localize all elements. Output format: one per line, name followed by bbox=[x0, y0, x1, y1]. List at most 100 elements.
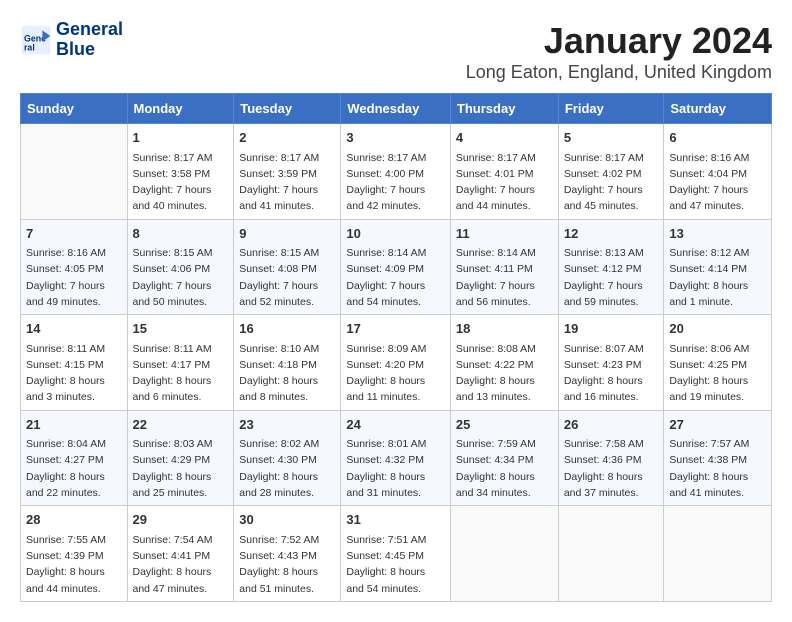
day-info: Sunrise: 8:17 AM Sunset: 4:00 PM Dayligh… bbox=[346, 150, 445, 215]
day-number: 22 bbox=[133, 415, 229, 435]
day-number: 13 bbox=[669, 224, 766, 244]
day-cell: 18Sunrise: 8:08 AM Sunset: 4:22 PM Dayli… bbox=[450, 315, 558, 411]
day-number: 27 bbox=[669, 415, 766, 435]
day-cell: 30Sunrise: 7:52 AM Sunset: 4:43 PM Dayli… bbox=[234, 506, 341, 602]
day-cell bbox=[558, 506, 664, 602]
col-sunday: Sunday bbox=[21, 94, 128, 124]
day-cell: 17Sunrise: 8:09 AM Sunset: 4:20 PM Dayli… bbox=[341, 315, 451, 411]
day-info: Sunrise: 8:15 AM Sunset: 4:08 PM Dayligh… bbox=[239, 245, 335, 310]
location: Long Eaton, England, United Kingdom bbox=[466, 62, 772, 83]
day-number: 25 bbox=[456, 415, 553, 435]
day-number: 17 bbox=[346, 319, 445, 339]
day-cell: 14Sunrise: 8:11 AM Sunset: 4:15 PM Dayli… bbox=[21, 315, 128, 411]
logo: Gene ral General Blue bbox=[20, 20, 123, 60]
col-wednesday: Wednesday bbox=[341, 94, 451, 124]
day-info: Sunrise: 8:09 AM Sunset: 4:20 PM Dayligh… bbox=[346, 341, 445, 406]
day-number: 26 bbox=[564, 415, 659, 435]
day-number: 16 bbox=[239, 319, 335, 339]
day-info: Sunrise: 8:17 AM Sunset: 3:59 PM Dayligh… bbox=[239, 150, 335, 215]
day-number: 20 bbox=[669, 319, 766, 339]
day-cell bbox=[664, 506, 772, 602]
day-info: Sunrise: 8:15 AM Sunset: 4:06 PM Dayligh… bbox=[133, 245, 229, 310]
day-cell: 5Sunrise: 8:17 AM Sunset: 4:02 PM Daylig… bbox=[558, 124, 664, 220]
day-number: 9 bbox=[239, 224, 335, 244]
day-info: Sunrise: 8:13 AM Sunset: 4:12 PM Dayligh… bbox=[564, 245, 659, 310]
logo-text: General Blue bbox=[56, 20, 123, 60]
week-row-2: 7Sunrise: 8:16 AM Sunset: 4:05 PM Daylig… bbox=[21, 219, 772, 315]
day-cell: 19Sunrise: 8:07 AM Sunset: 4:23 PM Dayli… bbox=[558, 315, 664, 411]
day-info: Sunrise: 8:02 AM Sunset: 4:30 PM Dayligh… bbox=[239, 436, 335, 501]
day-number: 6 bbox=[669, 128, 766, 148]
day-number: 21 bbox=[26, 415, 122, 435]
title-block: January 2024 Long Eaton, England, United… bbox=[466, 20, 772, 83]
day-cell: 15Sunrise: 8:11 AM Sunset: 4:17 PM Dayli… bbox=[127, 315, 234, 411]
column-headers: SundayMondayTuesdayWednesdayThursdayFrid… bbox=[21, 94, 772, 124]
day-info: Sunrise: 8:04 AM Sunset: 4:27 PM Dayligh… bbox=[26, 436, 122, 501]
day-number: 12 bbox=[564, 224, 659, 244]
day-number: 24 bbox=[346, 415, 445, 435]
col-saturday: Saturday bbox=[664, 94, 772, 124]
day-number: 19 bbox=[564, 319, 659, 339]
day-info: Sunrise: 8:10 AM Sunset: 4:18 PM Dayligh… bbox=[239, 341, 335, 406]
logo-line2: Blue bbox=[56, 40, 123, 60]
day-info: Sunrise: 8:08 AM Sunset: 4:22 PM Dayligh… bbox=[456, 341, 553, 406]
day-info: Sunrise: 7:57 AM Sunset: 4:38 PM Dayligh… bbox=[669, 436, 766, 501]
day-info: Sunrise: 8:01 AM Sunset: 4:32 PM Dayligh… bbox=[346, 436, 445, 501]
day-number: 3 bbox=[346, 128, 445, 148]
day-cell: 4Sunrise: 8:17 AM Sunset: 4:01 PM Daylig… bbox=[450, 124, 558, 220]
day-info: Sunrise: 8:14 AM Sunset: 4:11 PM Dayligh… bbox=[456, 245, 553, 310]
day-cell: 25Sunrise: 7:59 AM Sunset: 4:34 PM Dayli… bbox=[450, 410, 558, 506]
day-cell: 23Sunrise: 8:02 AM Sunset: 4:30 PM Dayli… bbox=[234, 410, 341, 506]
day-cell: 6Sunrise: 8:16 AM Sunset: 4:04 PM Daylig… bbox=[664, 124, 772, 220]
day-cell bbox=[21, 124, 128, 220]
day-cell: 16Sunrise: 8:10 AM Sunset: 4:18 PM Dayli… bbox=[234, 315, 341, 411]
week-row-4: 21Sunrise: 8:04 AM Sunset: 4:27 PM Dayli… bbox=[21, 410, 772, 506]
day-cell: 1Sunrise: 8:17 AM Sunset: 3:58 PM Daylig… bbox=[127, 124, 234, 220]
day-cell bbox=[450, 506, 558, 602]
day-cell: 21Sunrise: 8:04 AM Sunset: 4:27 PM Dayli… bbox=[21, 410, 128, 506]
day-info: Sunrise: 8:17 AM Sunset: 4:01 PM Dayligh… bbox=[456, 150, 553, 215]
day-number: 2 bbox=[239, 128, 335, 148]
day-cell: 22Sunrise: 8:03 AM Sunset: 4:29 PM Dayli… bbox=[127, 410, 234, 506]
day-number: 8 bbox=[133, 224, 229, 244]
day-cell: 26Sunrise: 7:58 AM Sunset: 4:36 PM Dayli… bbox=[558, 410, 664, 506]
logo-line1: General bbox=[56, 20, 123, 40]
day-info: Sunrise: 7:51 AM Sunset: 4:45 PM Dayligh… bbox=[346, 532, 445, 597]
col-thursday: Thursday bbox=[450, 94, 558, 124]
day-info: Sunrise: 8:03 AM Sunset: 4:29 PM Dayligh… bbox=[133, 436, 229, 501]
day-info: Sunrise: 8:16 AM Sunset: 4:05 PM Dayligh… bbox=[26, 245, 122, 310]
day-number: 15 bbox=[133, 319, 229, 339]
day-number: 28 bbox=[26, 510, 122, 530]
day-info: Sunrise: 8:16 AM Sunset: 4:04 PM Dayligh… bbox=[669, 150, 766, 215]
day-info: Sunrise: 8:11 AM Sunset: 4:15 PM Dayligh… bbox=[26, 341, 122, 406]
day-info: Sunrise: 7:55 AM Sunset: 4:39 PM Dayligh… bbox=[26, 532, 122, 597]
day-number: 31 bbox=[346, 510, 445, 530]
day-cell: 28Sunrise: 7:55 AM Sunset: 4:39 PM Dayli… bbox=[21, 506, 128, 602]
day-cell: 9Sunrise: 8:15 AM Sunset: 4:08 PM Daylig… bbox=[234, 219, 341, 315]
day-number: 1 bbox=[133, 128, 229, 148]
day-number: 5 bbox=[564, 128, 659, 148]
day-cell: 2Sunrise: 8:17 AM Sunset: 3:59 PM Daylig… bbox=[234, 124, 341, 220]
day-number: 29 bbox=[133, 510, 229, 530]
day-cell: 8Sunrise: 8:15 AM Sunset: 4:06 PM Daylig… bbox=[127, 219, 234, 315]
day-info: Sunrise: 7:52 AM Sunset: 4:43 PM Dayligh… bbox=[239, 532, 335, 597]
day-number: 11 bbox=[456, 224, 553, 244]
day-cell: 3Sunrise: 8:17 AM Sunset: 4:00 PM Daylig… bbox=[341, 124, 451, 220]
day-number: 4 bbox=[456, 128, 553, 148]
day-cell: 7Sunrise: 8:16 AM Sunset: 4:05 PM Daylig… bbox=[21, 219, 128, 315]
month-title: January 2024 bbox=[466, 20, 772, 62]
day-info: Sunrise: 7:54 AM Sunset: 4:41 PM Dayligh… bbox=[133, 532, 229, 597]
day-cell: 27Sunrise: 7:57 AM Sunset: 4:38 PM Dayli… bbox=[664, 410, 772, 506]
week-row-3: 14Sunrise: 8:11 AM Sunset: 4:15 PM Dayli… bbox=[21, 315, 772, 411]
week-row-5: 28Sunrise: 7:55 AM Sunset: 4:39 PM Dayli… bbox=[21, 506, 772, 602]
week-row-1: 1Sunrise: 8:17 AM Sunset: 3:58 PM Daylig… bbox=[21, 124, 772, 220]
day-cell: 24Sunrise: 8:01 AM Sunset: 4:32 PM Dayli… bbox=[341, 410, 451, 506]
day-cell: 13Sunrise: 8:12 AM Sunset: 4:14 PM Dayli… bbox=[664, 219, 772, 315]
day-number: 10 bbox=[346, 224, 445, 244]
day-info: Sunrise: 8:07 AM Sunset: 4:23 PM Dayligh… bbox=[564, 341, 659, 406]
day-cell: 20Sunrise: 8:06 AM Sunset: 4:25 PM Dayli… bbox=[664, 315, 772, 411]
page-header: Gene ral General Blue January 2024 Long … bbox=[20, 20, 772, 83]
day-cell: 31Sunrise: 7:51 AM Sunset: 4:45 PM Dayli… bbox=[341, 506, 451, 602]
day-number: 14 bbox=[26, 319, 122, 339]
svg-text:ral: ral bbox=[24, 42, 35, 52]
